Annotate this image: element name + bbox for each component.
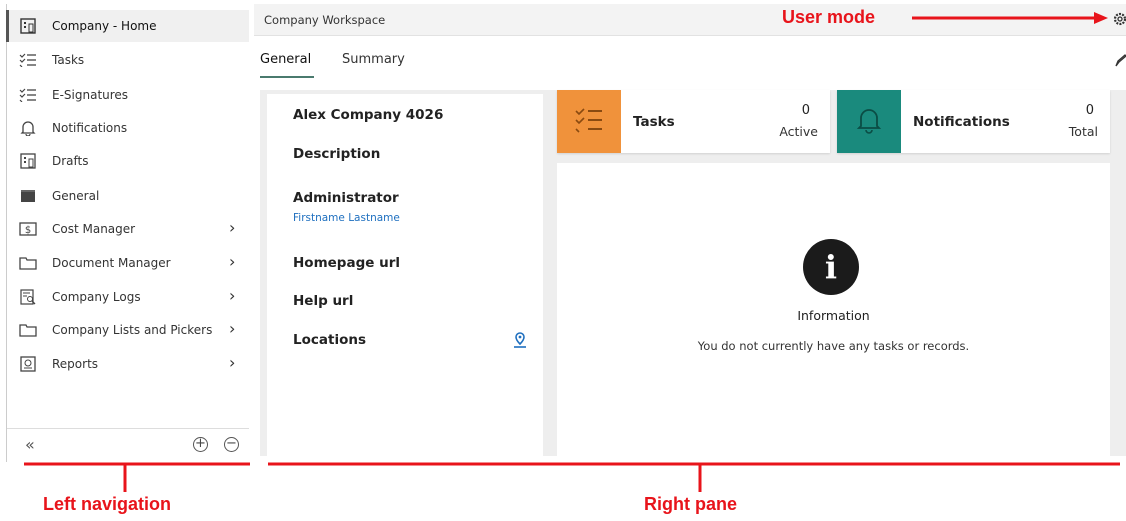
company-info-card: Alex Company 4026 Description Administra… — [267, 94, 543, 456]
sidebar-item-notifications[interactable]: Notifications — [7, 112, 249, 144]
sidebar-item-label: Tasks — [52, 53, 85, 67]
description-label: Description — [293, 146, 381, 162]
chevron-right-icon[interactable]: › — [229, 353, 235, 372]
building-icon — [19, 153, 37, 169]
screenshot-root: Company - Home Tasks E-Signatures Notifi… — [0, 0, 1126, 521]
tab-summary[interactable]: Summary — [342, 52, 405, 67]
chevron-right-icon[interactable]: › — [229, 319, 235, 338]
left-navigation-annotation: Left navigation — [43, 494, 172, 514]
info-title: Information — [797, 308, 870, 323]
sidebar-item-label: Reports — [52, 357, 99, 371]
sidebar-item-label: Document Manager — [52, 256, 171, 270]
sidebar-item-tasks[interactable]: Tasks — [7, 44, 249, 76]
sidebar-item-reports[interactable]: Reports › — [7, 348, 249, 380]
tasks-status: Active — [779, 124, 818, 139]
sidebar-item-general[interactable]: General — [7, 180, 249, 212]
sidebar-item-label: Cost Manager — [52, 222, 136, 236]
sidebar-item-label: Company Lists and Pickers — [52, 323, 213, 337]
info-message: You do not currently have any tasks or r… — [697, 339, 970, 353]
sidebar-item-drafts[interactable]: Drafts — [7, 145, 249, 177]
sidebar-item-company-lists-and-pickers[interactable]: Company Lists and Pickers › — [7, 314, 249, 346]
workspace-title: Company Workspace — [264, 13, 386, 27]
notifications-label: Notifications — [913, 114, 1010, 130]
administrator-link[interactable]: Firstname Lastname — [293, 212, 400, 224]
svg-text:$: $ — [25, 225, 31, 236]
report-icon — [19, 356, 37, 372]
left-navigation: Company - Home Tasks E-Signatures Notifi… — [6, 4, 254, 462]
folder-icon — [19, 255, 37, 271]
company-name: Alex Company 4026 — [293, 107, 444, 123]
right-pane: Company Workspace General Summary Alex C… — [254, 4, 1126, 462]
chevron-right-icon[interactable]: › — [229, 252, 235, 271]
notifications-tile — [837, 90, 901, 153]
sidebar-item-cost-manager[interactable]: $ Cost Manager › — [7, 213, 249, 245]
sidebar-item-label: Drafts — [52, 154, 89, 168]
edit-pencil-icon[interactable] — [1114, 53, 1126, 72]
bell-icon — [19, 120, 37, 136]
building-icon — [19, 18, 37, 34]
sidebar-item-label: Company Logs — [52, 290, 141, 304]
tab-general[interactable]: General — [260, 52, 311, 67]
expand-all-icon[interactable]: + — [193, 437, 208, 452]
notifications-count: 0 — [1085, 103, 1094, 118]
dollar-icon: $ — [19, 221, 37, 237]
active-tab-indicator — [260, 76, 314, 78]
checklist-icon — [19, 52, 37, 68]
sidebar-item-label: Notifications — [52, 121, 128, 135]
tasks-card[interactable]: Tasks 0 Active — [557, 90, 830, 153]
tasks-label: Tasks — [633, 114, 675, 130]
help-url-label: Help url — [293, 293, 354, 309]
sidebar-item-label: Company - Home — [52, 19, 157, 33]
checklist-icon — [574, 107, 604, 137]
folder-filled-icon — [19, 188, 37, 204]
homepage-url-label: Homepage url — [293, 255, 400, 271]
folder-icon — [19, 322, 37, 338]
sidebar-item-document-manager[interactable]: Document Manager › — [7, 247, 249, 279]
gear-icon[interactable] — [1112, 10, 1126, 32]
user-mode-arrow — [912, 12, 1108, 24]
right-pane-annotation: Right pane — [644, 494, 737, 514]
locations-label: Locations — [293, 332, 366, 348]
sidebar-item-company-logs[interactable]: Company Logs › — [7, 281, 249, 313]
collapse-nav-icon[interactable]: « — [25, 435, 35, 454]
notifications-status: Total — [1068, 124, 1098, 139]
collapse-all-icon[interactable]: − — [224, 437, 239, 452]
chevron-right-icon[interactable]: › — [229, 286, 235, 305]
tab-bar: General Summary — [254, 37, 1126, 81]
chevron-right-icon[interactable]: › — [229, 218, 235, 237]
notifications-card[interactable]: Notifications 0 Total — [837, 90, 1110, 153]
user-mode-annotation: User mode — [782, 7, 876, 27]
administrator-label: Administrator — [293, 190, 399, 206]
sidebar-item-company-home[interactable]: Company - Home — [6, 10, 249, 42]
sidebar-item-e-signatures[interactable]: E-Signatures — [7, 79, 249, 111]
tasks-tile — [557, 90, 621, 153]
sidebar-item-label: E-Signatures — [52, 88, 129, 102]
location-pin-icon[interactable] — [513, 332, 527, 352]
tasks-count: 0 — [801, 103, 810, 118]
sidebar-item-label: General — [52, 189, 100, 203]
checklist-icon — [19, 87, 37, 103]
bell-icon — [856, 106, 882, 138]
information-panel: i Information You do not currently have … — [557, 163, 1110, 456]
log-search-icon — [19, 289, 37, 305]
info-icon: i — [803, 239, 859, 295]
annotation-bracket-lines — [24, 462, 1120, 492]
